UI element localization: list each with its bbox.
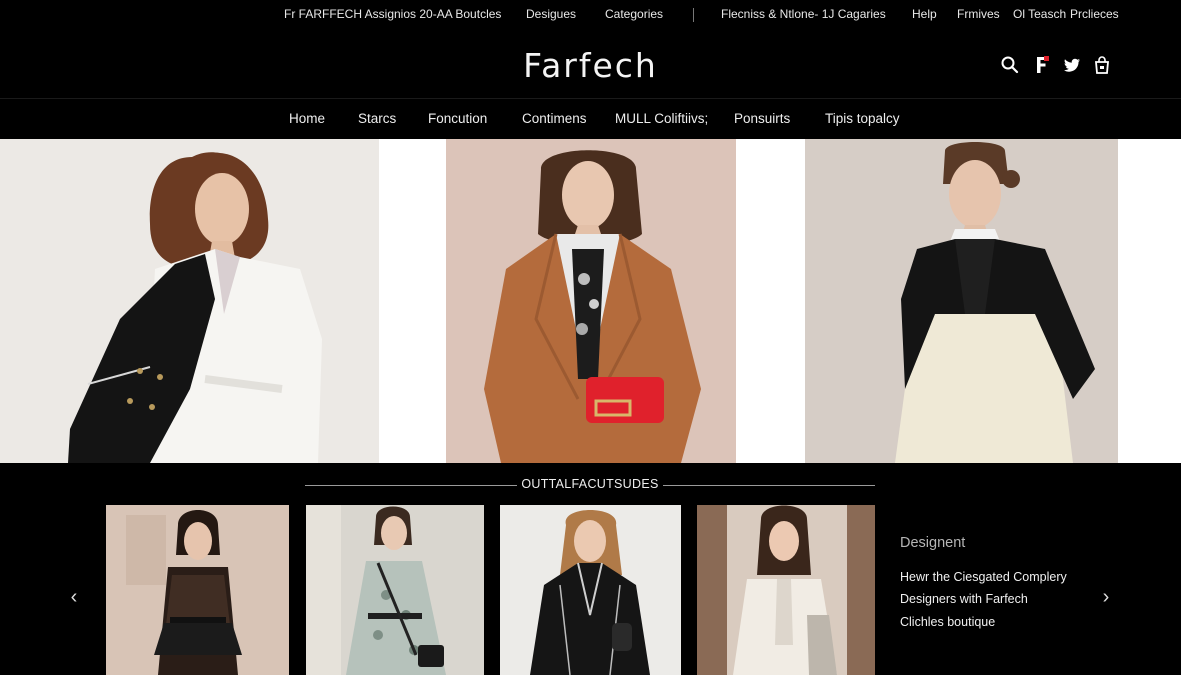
carousel-card-black-coat[interactable]: [500, 505, 681, 675]
search-icon[interactable]: [999, 54, 1021, 76]
designers-copy-line-1: Hewr the Ciesgated Complery: [900, 570, 1067, 584]
designers-copy-line-3[interactable]: Clichles boutique: [900, 615, 995, 629]
topbar-link-help[interactable]: Help: [912, 7, 937, 21]
nav-item-tipis-topalcy[interactable]: Tipis topalcy: [825, 111, 900, 126]
utility-bar: Fr FARFFECH Assignios 20-AA Boutcles Des…: [0, 0, 1181, 30]
topbar-link-categories[interactable]: Categories: [605, 7, 663, 21]
hero-image-camel-coat[interactable]: [446, 139, 736, 463]
designers-heading: Designent: [900, 535, 966, 551]
nav-item-foncution[interactable]: Foncution: [428, 111, 487, 126]
section-title: OUTTALFACUTSUDES: [305, 476, 875, 494]
promo-text: Fr FARFFECH Assignios 20-AA Boutcles: [284, 7, 502, 21]
shopping-bag-icon[interactable]: [1091, 54, 1113, 76]
carousel-next-arrow[interactable]: ›: [1096, 586, 1116, 608]
topbar-divider: [693, 8, 694, 22]
hero-banner: [0, 139, 1181, 463]
topbar-link-search[interactable]: Ol Teasch: [1013, 7, 1066, 21]
nav-item-mull-coliftiivs[interactable]: MULL Coliftiivs;: [615, 111, 708, 126]
hero-image-black-jacket[interactable]: [805, 139, 1118, 463]
twitter-icon[interactable]: [1061, 54, 1083, 76]
hero-image-white-suit[interactable]: [0, 139, 379, 463]
carousel-card-floral-dress[interactable]: [306, 505, 484, 675]
header-icons: [999, 54, 1111, 78]
nav-item-contimens[interactable]: Contimens: [522, 111, 587, 126]
nav-item-home[interactable]: Home: [289, 111, 325, 126]
masthead: Farfech: [0, 30, 1181, 98]
nav-item-starcs[interactable]: Starcs: [358, 111, 396, 126]
topbar-link-designers[interactable]: Desigues: [526, 7, 576, 21]
nav-item-ponsuirts[interactable]: Ponsuirts: [734, 111, 790, 126]
topbar-link-middle[interactable]: Flecniss & Ntlone- 1J Cagaries: [721, 7, 886, 21]
carousel-prev-arrow[interactable]: ‹: [64, 586, 84, 608]
topbar-link-pricing[interactable]: Prclieces: [1070, 7, 1119, 21]
carousel-card-cream-coat[interactable]: [697, 505, 875, 675]
main-nav: Home Starcs Foncution Contimens MULL Col…: [0, 98, 1181, 139]
farfetch-f-icon[interactable]: [1031, 54, 1053, 76]
section-rule-right: [663, 485, 875, 486]
carousel-card-lace-dress[interactable]: [106, 505, 289, 675]
designers-copy-line-2: Designers with Farfech: [900, 592, 1028, 606]
section-title-text: OUTTALFACUTSUDES: [521, 477, 659, 491]
topbar-link-favourites[interactable]: Frmives: [957, 7, 1000, 21]
